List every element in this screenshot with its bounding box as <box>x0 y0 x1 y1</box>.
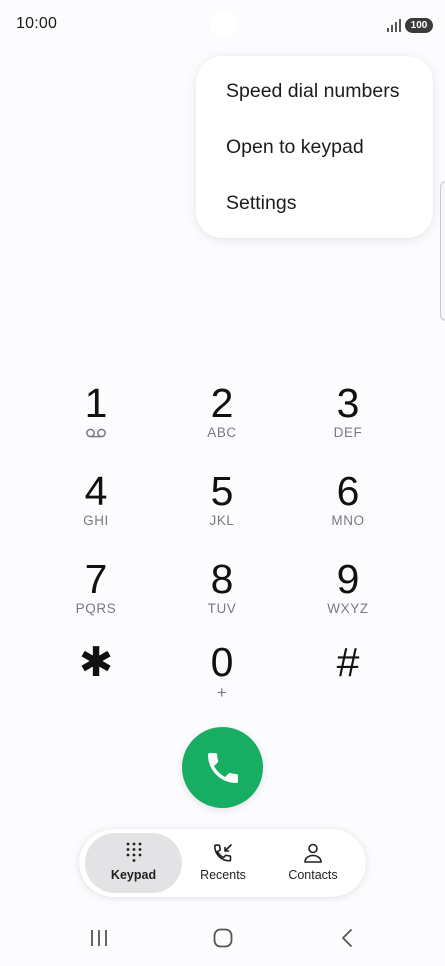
battery-indicator: 100 <box>405 18 433 33</box>
contacts-icon <box>304 843 322 863</box>
key-digit: 3 <box>336 380 360 426</box>
key-star[interactable]: ✱ <box>41 640 151 716</box>
key-letters: GHI <box>83 513 109 528</box>
tab-contacts[interactable]: Contacts <box>269 833 357 893</box>
key-letters: DEF <box>333 425 363 440</box>
key-8[interactable]: 8 TUV <box>167 557 277 633</box>
key-digit: 0 <box>210 639 234 685</box>
key-letters: MNO <box>331 513 365 528</box>
key-digit: 6 <box>336 468 360 514</box>
phone-icon <box>207 752 238 783</box>
key-digit: 8 <box>210 556 234 602</box>
key-letters: TUV <box>207 601 237 616</box>
key-digit: # <box>336 639 360 685</box>
key-5[interactable]: 5 JKL <box>167 469 277 545</box>
key-2[interactable]: 2 ABC <box>167 381 277 457</box>
key-letters: JKL <box>209 513 235 528</box>
signal-icon <box>387 19 401 32</box>
key-letters: + <box>216 683 228 702</box>
key-digit: ✱ <box>78 639 114 685</box>
status-bar: 10:00 100 <box>0 0 445 50</box>
menu-item-settings[interactable]: Settings <box>226 192 296 215</box>
key-digit: 5 <box>210 468 234 514</box>
camera-cutout <box>209 11 236 38</box>
key-4[interactable]: 4 GHI <box>41 469 151 545</box>
key-hash[interactable]: # <box>293 640 403 716</box>
recents-icon <box>214 844 232 862</box>
key-1[interactable]: 1 <box>41 381 151 457</box>
key-7[interactable]: 7 PQRS <box>41 557 151 633</box>
edge-panel-handle[interactable] <box>440 181 445 321</box>
menu-item-speed-dial[interactable]: Speed dial numbers <box>226 80 399 103</box>
tab-recents[interactable]: Recents <box>183 833 263 893</box>
tab-label: Contacts <box>288 868 338 882</box>
key-9[interactable]: 9 WXYZ <box>293 557 403 633</box>
key-3[interactable]: 3 DEF <box>293 381 403 457</box>
overflow-menu: Speed dial numbers Open to keypad Settin… <box>196 56 433 238</box>
system-nav-bar <box>0 912 445 966</box>
bottom-tab-bar: Keypad Recents Contacts <box>79 829 366 897</box>
key-letters: PQRS <box>75 601 117 616</box>
menu-item-open-to-keypad[interactable]: Open to keypad <box>226 136 364 159</box>
status-time: 10:00 <box>16 15 58 32</box>
tab-label: Recents <box>200 868 246 882</box>
tab-label: Keypad <box>110 868 157 882</box>
voicemail-icon <box>86 428 106 438</box>
back-icon[interactable] <box>336 926 360 950</box>
home-icon[interactable] <box>211 926 235 950</box>
call-button[interactable] <box>182 727 263 808</box>
keypad-icon <box>126 842 141 862</box>
recent-apps-icon[interactable] <box>87 926 111 950</box>
key-6[interactable]: 6 MNO <box>293 469 403 545</box>
key-digit: 2 <box>210 380 234 426</box>
tab-keypad[interactable]: Keypad <box>85 833 182 893</box>
key-digit: 9 <box>336 556 360 602</box>
key-digit: 1 <box>84 380 108 426</box>
key-letters: WXYZ <box>327 601 369 616</box>
key-letters: ABC <box>207 425 237 440</box>
key-digit: 4 <box>84 468 108 514</box>
key-0[interactable]: 0 + <box>167 640 277 716</box>
key-digit: 7 <box>84 556 108 602</box>
